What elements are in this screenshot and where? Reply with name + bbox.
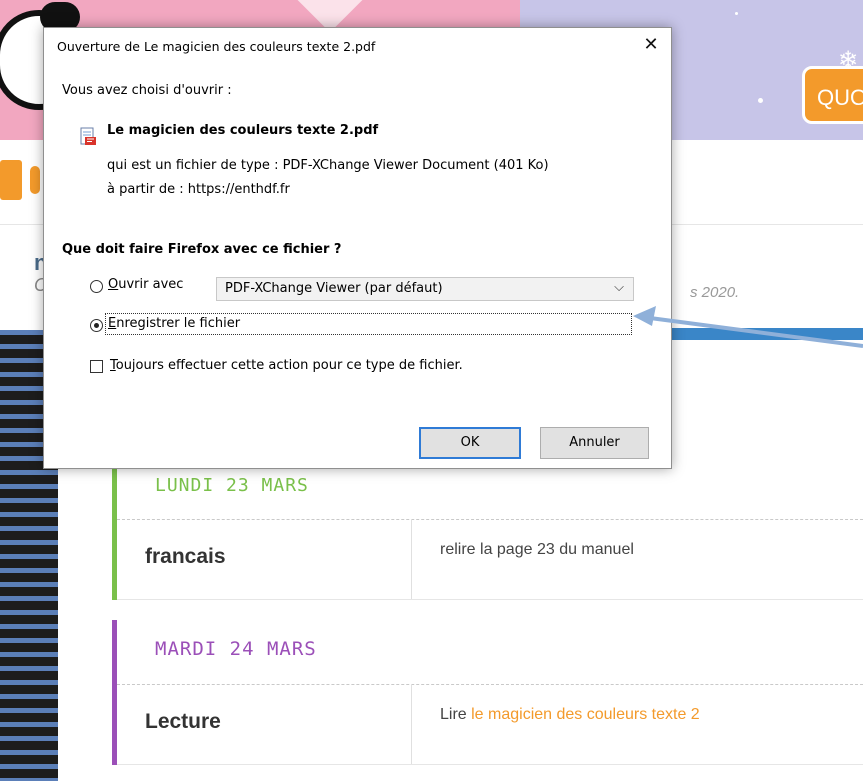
agenda-row: francais relire la page 23 du manuel [117,519,863,600]
star-decoration [735,12,738,15]
close-icon[interactable]: ✕ [637,32,665,58]
subject-label: francais [145,545,226,568]
star-decoration [758,98,763,103]
dialog-body: Vous avez choisi d'ouvrir : Le magicien … [44,66,671,468]
application-select[interactable]: PDF-XChange Viewer (par défaut) ⌵ [216,277,634,301]
quick-button[interactable]: QUO [802,66,863,124]
cancel-button[interactable]: Annuler [540,427,649,459]
task-label: relire la page 23 du manuel [440,541,634,558]
column-divider [411,684,412,764]
menu-icon-accent [30,166,40,194]
always-do-checkbox[interactable] [90,360,103,373]
save-file-radio[interactable] [90,319,103,332]
file-source-line: à partir de : https://enthdf.fr [107,182,290,197]
day-title: LUNDI 23 MARS [155,475,309,496]
file-name: Le magicien des couleurs texte 2.pdf [107,123,379,138]
open-with-label-accesskey: O [108,277,119,292]
save-file-label-accesskey: E [108,316,117,331]
always-do-label[interactable]: Toujours effectuer cette action pour ce … [110,358,463,373]
dialog-title: Ouverture de Le magicien des couleurs te… [57,39,376,54]
save-file-label-text: nregistrer le fichier [116,316,241,331]
menu-icon[interactable] [0,160,22,200]
selected-application: PDF-XChange Viewer (par défaut) [225,281,443,296]
agenda-row: Lecture Lire le magicien des couleurs te… [117,684,863,765]
day-title: MARDI 24 MARS [155,638,317,660]
chevron-down-icon: ⌵ [614,280,624,295]
pdf-file-icon [80,127,96,145]
agenda-day-card: LUNDI 23 MARS francais relire la page 23… [112,455,863,600]
open-with-radio[interactable] [90,280,103,293]
intro-text: Vous avez choisi d'ouvrir : [62,83,232,98]
task-text: relire la page 23 du manuel [440,541,634,559]
always-do-label-text: oujours effectuer cette action pour ce t… [115,358,463,373]
column-divider [411,519,412,599]
file-type-line: qui est un fichier de type : PDF-XChange… [107,158,549,173]
question-heading: Que doit faire Firefox avec ce fichier ? [62,242,342,257]
open-with-label-text: uvrir avec [118,277,184,292]
date-note: s 2020. [690,284,740,301]
open-with-label[interactable]: Ouvrir avec [108,277,183,292]
download-dialog: Ouverture de Le magicien des couleurs te… [43,27,672,469]
ok-button[interactable]: OK [419,427,521,459]
save-file-label[interactable]: Enregistrer le fichier [108,316,240,331]
task-label: Lire [440,706,472,723]
document-link[interactable]: le magicien des couleurs texte 2 [471,706,700,723]
subject-label: Lecture [145,710,221,733]
agenda-day-card: MARDI 24 MARS Lecture Lire le magicien d… [112,620,863,765]
task-text: Lire le magicien des couleurs texte 2 [440,706,700,724]
